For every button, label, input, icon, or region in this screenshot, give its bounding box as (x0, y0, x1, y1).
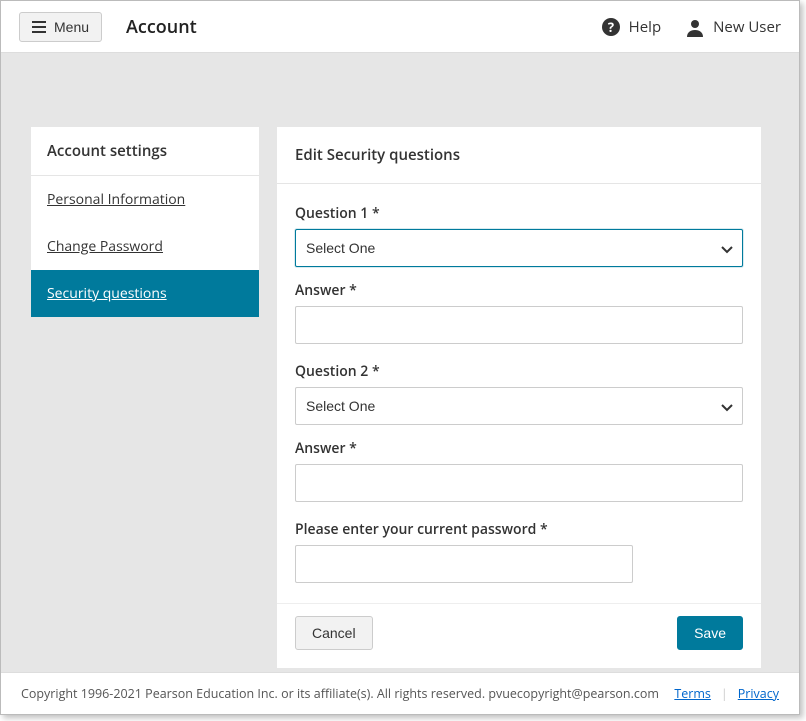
answer-2-input[interactable] (295, 464, 743, 502)
footer-terms-link[interactable]: Terms (674, 685, 711, 702)
sidebar-title: Account settings (31, 127, 259, 176)
question-1-select[interactable]: Select One (295, 229, 743, 267)
sidebar: Account settings Personal Information Ch… (31, 127, 259, 317)
sidebar-item-change-password[interactable]: Change Password (31, 223, 259, 270)
cancel-button[interactable]: Cancel (295, 616, 373, 650)
question-2-select[interactable]: Select One (295, 387, 743, 425)
page-title: Account (126, 15, 197, 39)
help-icon: ? (601, 17, 621, 37)
current-password-input[interactable] (295, 545, 633, 583)
footer: Copyright 1996-2021 Pearson Education In… (1, 672, 799, 714)
svg-text:?: ? (608, 18, 614, 36)
user-menu[interactable]: New User (685, 17, 781, 37)
save-button[interactable]: Save (677, 616, 743, 650)
help-link[interactable]: ? Help (601, 17, 661, 37)
help-label: Help (629, 17, 661, 37)
panel-title: Edit Security questions (277, 127, 761, 184)
menu-button[interactable]: Menu (19, 12, 102, 42)
main-content: Account settings Personal Information Ch… (1, 53, 799, 708)
hamburger-icon (32, 21, 46, 33)
question-1-label: Question 1 * (295, 204, 743, 223)
form-panel: Edit Security questions Question 1 * Sel… (277, 127, 761, 668)
footer-privacy-link[interactable]: Privacy (738, 685, 779, 702)
menu-button-label: Menu (54, 19, 89, 35)
question-2-label: Question 2 * (295, 362, 743, 381)
answer-1-label: Answer * (295, 281, 743, 300)
sidebar-item-security-questions[interactable]: Security questions (31, 270, 259, 317)
header: Menu Account ? Help New User (1, 1, 799, 53)
password-label: Please enter your current password * (295, 520, 743, 539)
sidebar-item-personal-information[interactable]: Personal Information (31, 176, 259, 223)
footer-copyright: Copyright 1996-2021 Pearson Education In… (21, 685, 674, 702)
user-label: New User (713, 17, 781, 37)
answer-1-input[interactable] (295, 306, 743, 344)
answer-2-label: Answer * (295, 439, 743, 458)
user-icon (685, 17, 705, 37)
